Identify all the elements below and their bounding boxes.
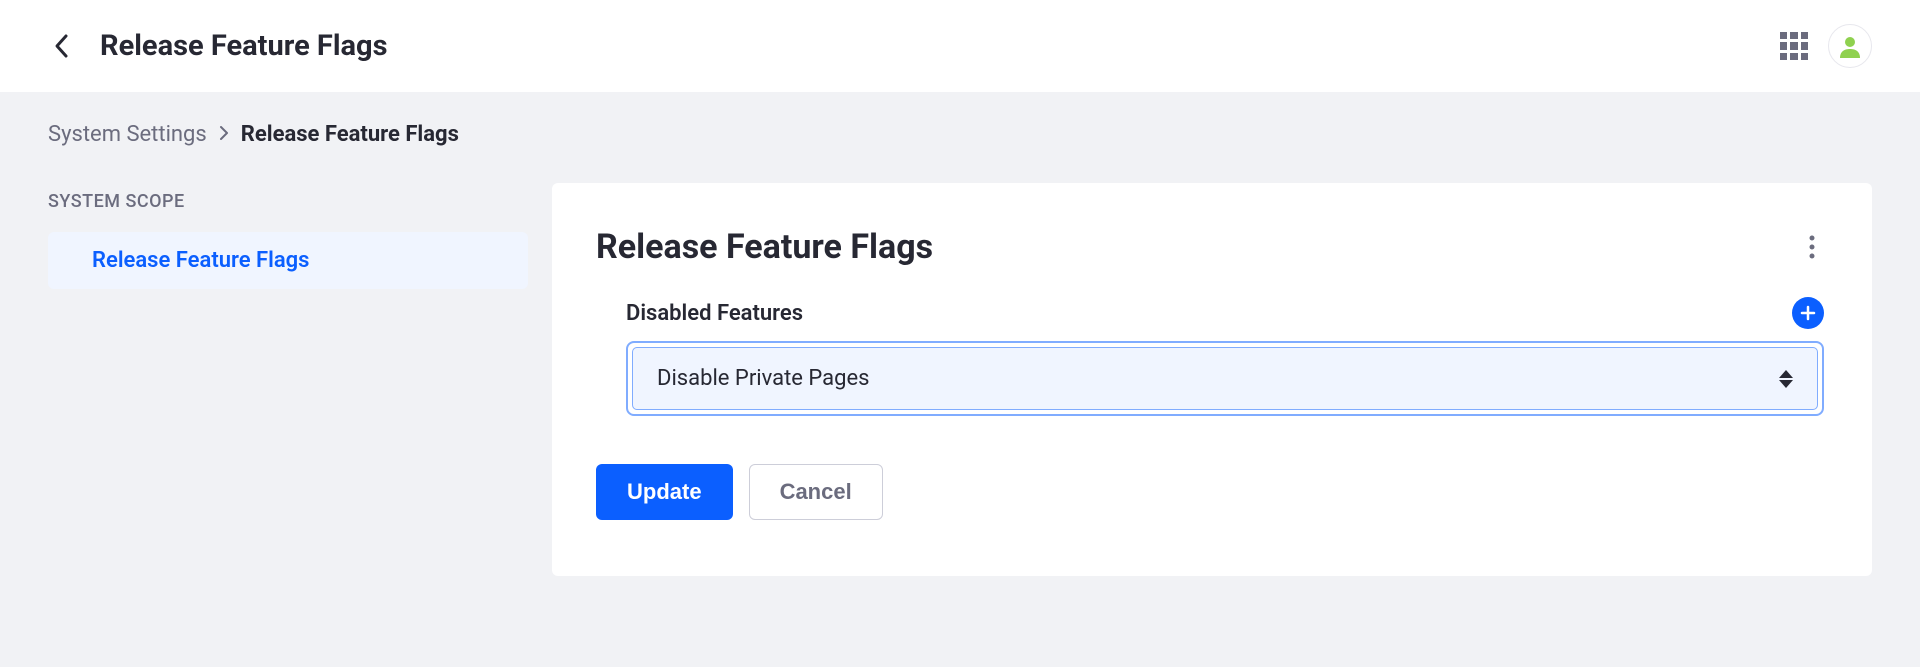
more-options-button[interactable]: [1796, 231, 1828, 263]
action-buttons: Update Cancel: [596, 464, 1828, 520]
settings-panel: Release Feature Flags Disabled Features: [552, 183, 1872, 576]
content-area: System Settings Release Feature Flags SY…: [0, 92, 1920, 606]
breadcrumb: System Settings Release Feature Flags: [48, 122, 1872, 147]
header-left: Release Feature Flags: [48, 29, 388, 63]
disabled-features-select-wrapper: Disable Private Pages: [626, 341, 1824, 416]
apps-icon-dot: [1801, 42, 1808, 49]
apps-icon-dot: [1801, 32, 1808, 39]
sidebar-heading: SYSTEM SCOPE: [48, 183, 528, 232]
apps-icon-dot: [1790, 42, 1797, 49]
user-avatar-button[interactable]: [1828, 24, 1872, 68]
apps-icon-dot: [1780, 32, 1787, 39]
apps-icon-dot: [1780, 53, 1787, 60]
sort-icon: [1779, 370, 1793, 388]
app-header: Release Feature Flags: [0, 0, 1920, 92]
update-button[interactable]: Update: [596, 464, 733, 520]
apps-icon-dot: [1790, 53, 1797, 60]
sidebar: SYSTEM SCOPE Release Feature Flags: [48, 183, 528, 289]
disabled-features-select[interactable]: Disable Private Pages: [632, 347, 1818, 410]
header-right: [1780, 24, 1872, 68]
apps-icon-dot: [1790, 32, 1797, 39]
disabled-features-label: Disabled Features: [626, 301, 803, 326]
apps-icon-dot: [1780, 42, 1787, 49]
plus-icon: [1800, 305, 1816, 321]
select-value: Disable Private Pages: [657, 366, 870, 391]
body-row: SYSTEM SCOPE Release Feature Flags Relea…: [48, 183, 1872, 576]
sidebar-item-release-feature-flags[interactable]: Release Feature Flags: [48, 232, 528, 289]
user-icon: [1838, 34, 1862, 58]
add-feature-button[interactable]: [1792, 297, 1824, 329]
panel-title: Release Feature Flags: [596, 227, 933, 267]
apps-icon-dot: [1801, 53, 1808, 60]
breadcrumb-parent-link[interactable]: System Settings: [48, 122, 207, 147]
page-title: Release Feature Flags: [100, 29, 388, 63]
cancel-button[interactable]: Cancel: [749, 464, 883, 520]
back-button[interactable]: [48, 32, 76, 60]
more-vertical-icon: [1809, 235, 1815, 259]
field-header-row: Disabled Features: [596, 297, 1828, 329]
panel-header: Release Feature Flags: [596, 227, 1828, 267]
apps-menu-button[interactable]: [1780, 32, 1808, 60]
chevron-left-icon: [53, 32, 71, 60]
breadcrumb-current: Release Feature Flags: [241, 122, 459, 147]
chevron-right-icon: [219, 122, 229, 147]
